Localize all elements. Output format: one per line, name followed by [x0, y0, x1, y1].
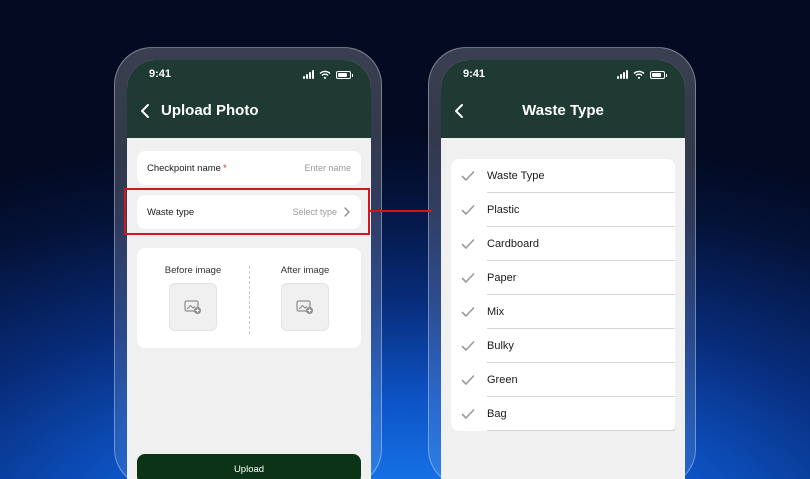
waste-type-option-label: Bulky	[487, 340, 514, 352]
waste-type-list: Waste Type Plastic Cardboard Paper Mix Bulky G…	[451, 159, 675, 431]
waste-type-option[interactable]: Bulky	[451, 329, 675, 363]
status-bar: 9:41	[441, 68, 685, 82]
wifi-icon	[319, 70, 331, 79]
waste-type-option[interactable]: Plastic	[451, 193, 675, 227]
add-image-icon	[184, 300, 201, 314]
status-icons	[617, 70, 667, 79]
check-icon	[461, 307, 475, 317]
after-image-column: After image	[249, 248, 361, 348]
waste-type-option-label: Plastic	[487, 204, 520, 216]
waste-type-option-label: Bag	[487, 408, 507, 420]
app-bar: 9:41 Waste Type	[441, 60, 685, 138]
check-icon	[461, 409, 475, 419]
upload-photo-screen: 9:41 Upload Photo Checkpoint name * Ente…	[127, 60, 371, 479]
waste-type-option-label: Waste Type	[487, 170, 545, 182]
waste-type-option-label: Cardboard	[487, 238, 539, 250]
waste-type-option[interactable]: Waste Type	[451, 159, 675, 193]
status-time: 9:41	[149, 68, 172, 80]
waste-type-option-label: Mix	[487, 306, 505, 318]
upload-photo-phone: 9:41 Upload Photo Checkpoint name * Ente…	[114, 47, 382, 479]
page-title: Waste Type	[522, 102, 604, 119]
before-image-picker[interactable]	[169, 283, 217, 331]
status-time: 9:41	[463, 68, 486, 80]
presentation-canvas: 9:41 Upload Photo Checkpoint name * Ente…	[0, 0, 810, 479]
check-icon	[461, 171, 475, 181]
required-mark: *	[222, 162, 227, 174]
status-icons	[303, 70, 353, 79]
waste-type-option[interactable]: Green	[451, 363, 675, 397]
waste-type-option[interactable]: Cardboard	[451, 227, 675, 261]
check-icon	[461, 205, 475, 215]
waste-type-phone: 9:41 Waste Type Waste Type Plastic Cardboa…	[428, 47, 696, 479]
checkpoint-name-placeholder: Enter name	[304, 163, 351, 173]
check-icon	[461, 375, 475, 385]
waste-type-option-label: Paper	[487, 272, 517, 284]
before-image-label: Before image	[164, 265, 222, 276]
back-arrow-icon[interactable]	[137, 102, 155, 120]
check-icon	[461, 239, 475, 249]
option-divider	[487, 429, 675, 431]
waste-type-highlight-box	[124, 188, 370, 235]
before-image-column: Before image	[137, 248, 249, 348]
add-image-icon	[296, 300, 313, 314]
status-bar: 9:41	[127, 68, 371, 82]
check-icon	[461, 341, 475, 351]
highlight-connector-line	[370, 210, 432, 212]
battery-icon	[650, 71, 667, 79]
signal-icon	[617, 70, 628, 79]
image-upload-card: Before image After image	[137, 248, 361, 348]
checkpoint-name-label: Checkpoint name	[147, 162, 221, 174]
signal-icon	[303, 70, 314, 79]
waste-type-option[interactable]: Paper	[451, 261, 675, 295]
battery-icon	[336, 71, 353, 79]
waste-type-option[interactable]: Bag	[451, 397, 675, 431]
page-title: Upload Photo	[161, 102, 259, 119]
waste-type-option[interactable]: Mix	[451, 295, 675, 329]
check-icon	[461, 273, 475, 283]
upload-button[interactable]: Upload	[137, 454, 361, 479]
after-image-picker[interactable]	[281, 283, 329, 331]
waste-type-option-label: Green	[487, 374, 518, 386]
app-bar: 9:41 Upload Photo	[127, 60, 371, 138]
wifi-icon	[633, 70, 645, 79]
checkpoint-name-field[interactable]: Checkpoint name * Enter name	[137, 151, 361, 185]
after-image-label: After image	[280, 265, 330, 276]
waste-type-screen: 9:41 Waste Type Waste Type Plastic Cardboa…	[441, 60, 685, 479]
